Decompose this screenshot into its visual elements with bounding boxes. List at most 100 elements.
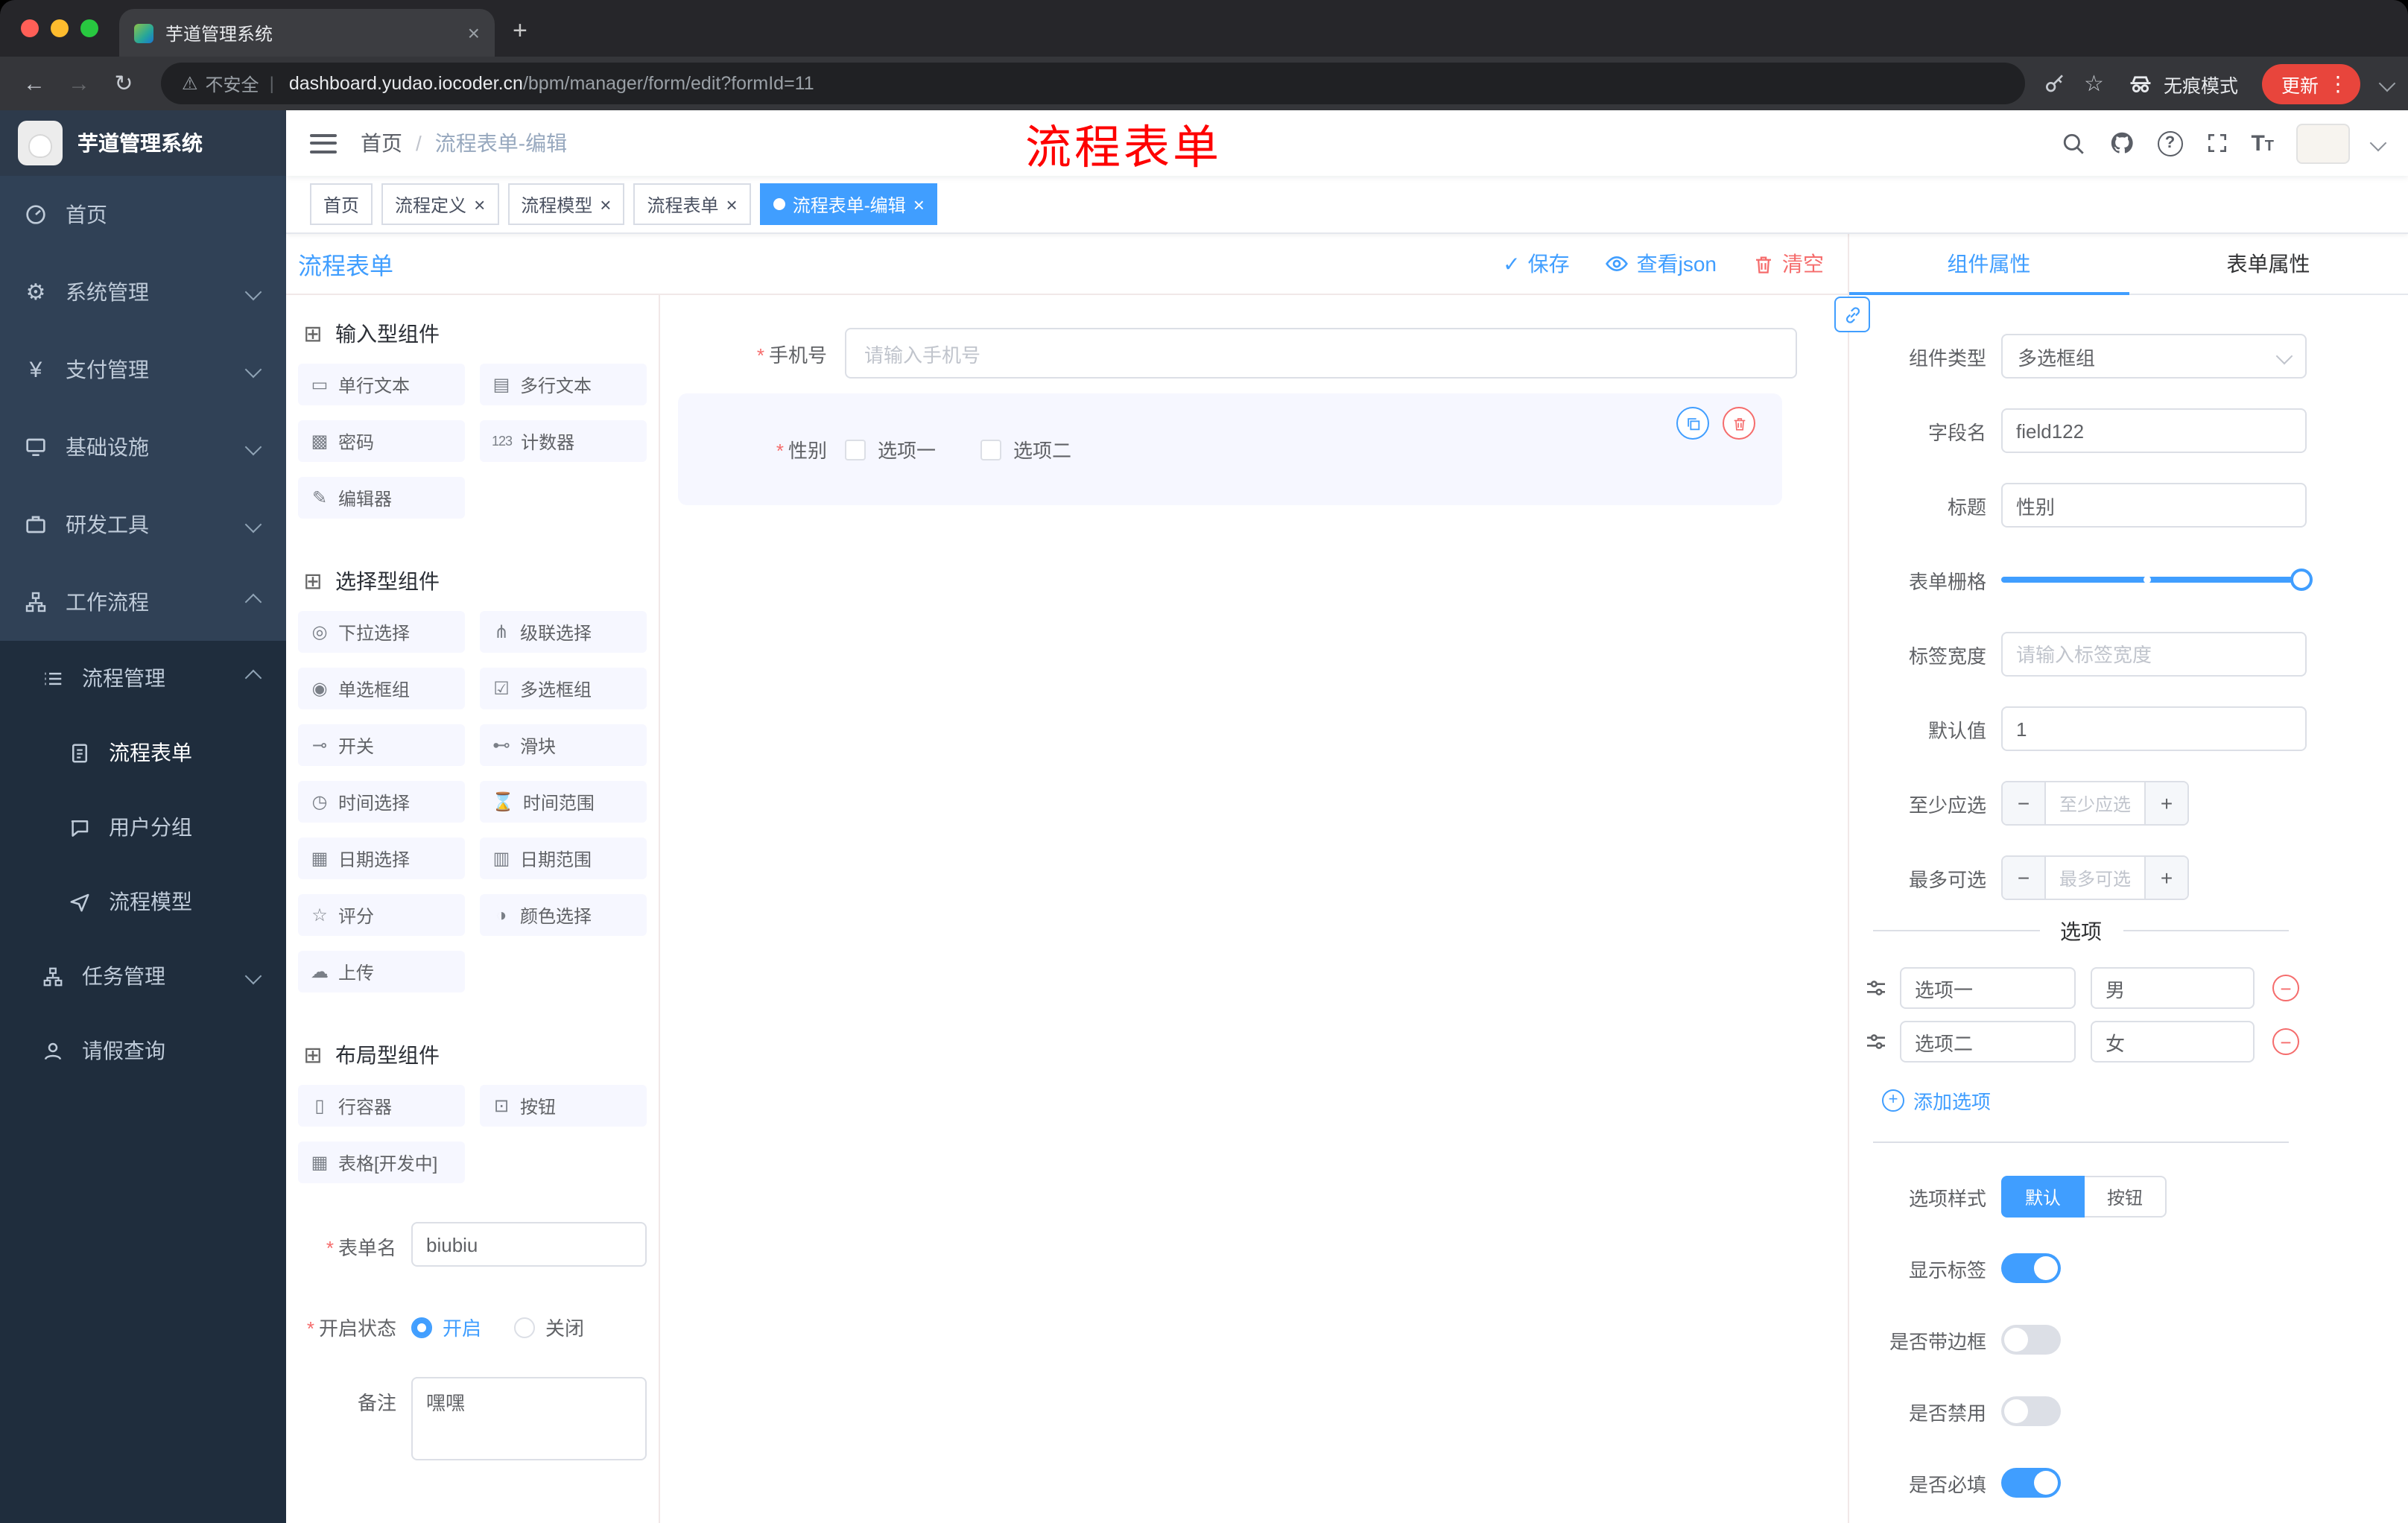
delete-widget-button[interactable]: [1723, 407, 1755, 440]
field-name-input[interactable]: [2001, 408, 2307, 453]
copy-widget-button[interactable]: [1676, 407, 1709, 440]
clear-button[interactable]: 清空: [1752, 249, 1824, 279]
palette-component-chip[interactable]: ◎ 下拉选择: [298, 611, 465, 653]
hamburger-icon[interactable]: [310, 133, 337, 153]
view-json-button[interactable]: 查看json: [1606, 249, 1717, 279]
palette-component-chip[interactable]: ◷ 时间选择: [298, 781, 465, 823]
increase-button[interactable]: +: [2144, 782, 2187, 824]
status-off-radio[interactable]: 关闭: [514, 1313, 584, 1341]
palette-component-chip[interactable]: ▩ 密码: [298, 420, 465, 462]
tag-process-form-edit[interactable]: 流程表单-编辑 ×: [759, 183, 938, 225]
palette-component-chip[interactable]: ⋔ 级联选择: [480, 611, 647, 653]
style-button-button[interactable]: 按钮: [2085, 1176, 2167, 1218]
bookmark-star-icon[interactable]: ☆: [2084, 70, 2104, 97]
security-indicator[interactable]: ⚠ 不安全 |: [182, 71, 277, 96]
sidebar-item-user-group[interactable]: 用户分组: [0, 790, 286, 864]
max-select-value[interactable]: 最多可选: [2046, 857, 2144, 899]
remark-textarea[interactable]: 嘿嘿: [411, 1377, 647, 1460]
tag-home[interactable]: 首页: [310, 183, 373, 225]
tab-component-properties[interactable]: 组件属性: [1849, 234, 2129, 295]
sidebar-item-process-management[interactable]: 流程管理: [0, 641, 286, 715]
tag-close-icon[interactable]: ×: [474, 194, 485, 214]
toolbar-caret-icon[interactable]: [2378, 75, 2396, 92]
style-default-button[interactable]: 默认: [2001, 1176, 2085, 1218]
palette-component-chip[interactable]: ▦ 日期选择: [298, 838, 465, 879]
breadcrumb-home[interactable]: 首页: [361, 128, 402, 158]
add-option-button[interactable]: + 添加选项: [1849, 1074, 2408, 1115]
github-icon[interactable]: [2108, 130, 2135, 156]
help-icon[interactable]: ?: [2157, 130, 2183, 156]
search-icon[interactable]: [2060, 130, 2085, 156]
palette-component-chip[interactable]: ☆ 评分: [298, 894, 465, 936]
palette-component-chip[interactable]: ▥ 日期范围: [480, 838, 647, 879]
palette-component-chip[interactable]: ⊸ 开关: [298, 724, 465, 766]
tag-process-form[interactable]: 流程表单 ×: [633, 183, 751, 225]
reload-button[interactable]: ↻: [104, 72, 143, 95]
palette-component-chip[interactable]: ◑ 颜色选择: [480, 894, 647, 936]
disabled-toggle[interactable]: [2001, 1396, 2061, 1426]
label-width-input[interactable]: [2001, 632, 2307, 677]
new-tab-button[interactable]: +: [513, 16, 527, 46]
tag-close-icon[interactable]: ×: [913, 194, 925, 214]
sidebar-item-process-model[interactable]: 流程模型: [0, 864, 286, 939]
border-toggle[interactable]: [2001, 1325, 2061, 1355]
decrease-button[interactable]: −: [2003, 782, 2046, 824]
palette-component-chip[interactable]: ◉ 单选框组: [298, 668, 465, 709]
sidebar-item-workflow[interactable]: 工作流程: [0, 563, 286, 641]
tag-process-model[interactable]: 流程模型 ×: [507, 183, 625, 225]
avatar-caret-icon[interactable]: [2369, 134, 2387, 152]
min-select-value[interactable]: 至少应选: [2046, 782, 2144, 824]
user-avatar[interactable]: [2296, 123, 2350, 163]
form-name-input[interactable]: [411, 1222, 647, 1267]
option-label-input[interactable]: [1900, 1021, 2076, 1063]
option-value-input[interactable]: [2091, 967, 2255, 1009]
browser-tab[interactable]: 芋道管理系统 ×: [119, 9, 495, 57]
sidebar-item-devtools[interactable]: 研发工具: [0, 486, 286, 563]
palette-component-chip[interactable]: ✎ 编辑器: [298, 477, 465, 519]
component-type-select[interactable]: 多选框组: [2001, 334, 2307, 379]
browser-update-button[interactable]: 更新 ⋮: [2261, 63, 2360, 104]
palette-component-chip[interactable]: ☑ 多选框组: [480, 668, 647, 709]
palette-component-chip[interactable]: 123 计数器: [480, 420, 647, 462]
sidebar-item-system[interactable]: ⚙ 系统管理: [0, 253, 286, 331]
phone-input[interactable]: 请输入手机号: [845, 328, 1797, 379]
option-label-input[interactable]: [1900, 967, 2076, 1009]
save-button[interactable]: ✓ 保存: [1503, 249, 1569, 279]
form-grid-slider[interactable]: [2001, 569, 2313, 591]
default-value-input[interactable]: [2001, 706, 2307, 751]
sidebar-item-leave-query[interactable]: 请假查询: [0, 1013, 286, 1088]
tag-close-icon[interactable]: ×: [600, 194, 611, 214]
palette-component-chip[interactable]: ▭ 单行文本: [298, 364, 465, 405]
show-label-toggle[interactable]: [2001, 1253, 2061, 1283]
form-canvas[interactable]: 手机号 请输入手机号: [660, 295, 1848, 1523]
back-button[interactable]: ←: [15, 72, 54, 95]
browser-menu-icon[interactable]: ⋮: [2328, 71, 2348, 96]
sidebar-item-infrastructure[interactable]: 基础设施: [0, 408, 286, 486]
gender-option2-checkbox[interactable]: 选项二: [980, 435, 1071, 463]
phone-field-row[interactable]: 手机号 请输入手机号: [678, 328, 1797, 379]
sidebar-item-task-management[interactable]: 任务管理: [0, 939, 286, 1013]
tag-close-icon[interactable]: ×: [726, 194, 738, 214]
remove-option-button[interactable]: −: [2272, 1028, 2299, 1055]
font-size-icon[interactable]: TT: [2251, 132, 2274, 154]
address-bar[interactable]: ⚠ 不安全 | dashboard.yudao.iocoder.cn/bpm/m…: [161, 63, 2025, 104]
password-key-icon[interactable]: [2042, 72, 2066, 95]
option-value-input[interactable]: [2091, 1021, 2255, 1063]
palette-component-chip[interactable]: ⊡ 按钮: [480, 1085, 647, 1127]
tab-close-icon[interactable]: ×: [468, 22, 480, 43]
sidebar-item-process-form[interactable]: 流程表单: [0, 715, 286, 790]
zoom-window-button[interactable]: [80, 19, 98, 37]
title-input[interactable]: [2001, 483, 2307, 528]
slider-handle[interactable]: [2290, 569, 2313, 591]
drag-handle-icon[interactable]: [1864, 1030, 1888, 1054]
fullscreen-icon[interactable]: [2205, 131, 2228, 155]
decrease-button[interactable]: −: [2003, 857, 2046, 899]
remove-option-button[interactable]: −: [2272, 975, 2299, 1001]
sidebar-item-payment[interactable]: ¥ 支付管理: [0, 331, 286, 408]
tag-process-definition[interactable]: 流程定义 ×: [381, 183, 499, 225]
forward-button[interactable]: →: [60, 72, 98, 95]
tab-form-properties[interactable]: 表单属性: [2129, 234, 2408, 294]
gender-widget-selected[interactable]: 性别 选项一 选项二: [678, 393, 1782, 505]
required-toggle[interactable]: [2001, 1468, 2061, 1498]
gender-option1-checkbox[interactable]: 选项一: [845, 435, 936, 463]
